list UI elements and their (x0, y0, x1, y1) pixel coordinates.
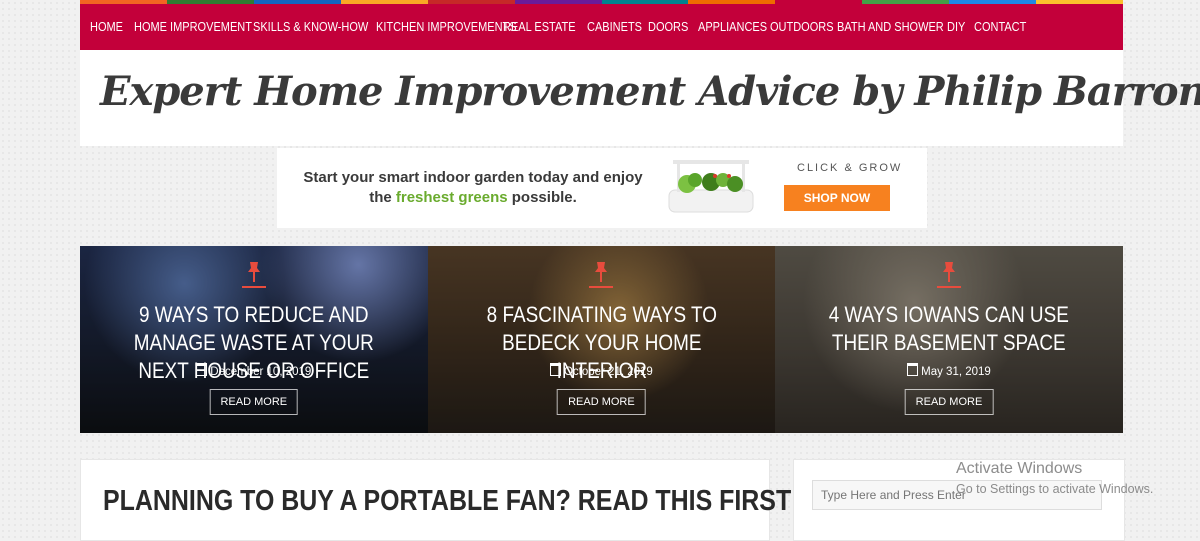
calendar-icon (907, 363, 919, 376)
nav-item-home[interactable]: HOME (90, 20, 130, 34)
shop-now-button[interactable]: SHOP NOW (784, 185, 890, 211)
nav-item-skills[interactable]: SKILLS & KNOW-HOW (253, 20, 368, 34)
slide-date: May 31, 2019 (775, 363, 1123, 378)
activate-windows-title: Activate Windows (956, 460, 1083, 477)
nav-item-bath[interactable]: BATH AND SHOWER (837, 20, 944, 34)
main-post: PLANNING TO BUY A PORTABLE FAN? READ THI… (80, 459, 799, 541)
calendar-icon (549, 363, 561, 376)
main-nav: HOME HOME IMPROVEMENT SKILLS & KNOW-HOW … (80, 0, 1124, 50)
nav-color-stripes (80, 0, 1124, 4)
nav-item-real-estate[interactable]: REAL ESTATE (503, 20, 579, 34)
nav-item-cabinets[interactable]: CABINETS (587, 20, 642, 34)
read-more-button[interactable]: READ MORE (557, 389, 646, 415)
read-more-button[interactable]: READ MORE (209, 389, 299, 415)
slide-date: December 10, 2019 (80, 363, 428, 378)
pin-icon (595, 262, 608, 282)
featured-slider: 9 WAYS TO REDUCE AND MANAGE WASTE AT YOU… (80, 246, 1123, 433)
slide-title[interactable]: 4 WAYS IOWANS CAN USE THEIR BASEMENT SPA… (800, 301, 1099, 357)
nav-item-kitchen[interactable]: KITCHEN IMPROVEMENTS (376, 20, 517, 34)
site-title[interactable]: Expert Home Improvement Advice by Philip… (100, 68, 1200, 115)
activate-windows-subtitle: Go to Settings to activate Windows. (956, 482, 1154, 496)
pin-icon (942, 262, 955, 282)
banner-line-2: the freshest greens possible. (369, 189, 577, 206)
site-header: Expert Home Improvement Advice by Philip… (80, 50, 1200, 146)
smart-garden-image (668, 160, 754, 213)
nav-item-appliances[interactable]: APPLIANCES (698, 20, 767, 34)
brand-logo: CLICK & GROW (797, 162, 903, 174)
slide-date: October 21, 2019 (428, 363, 776, 378)
banner-text: Start your smart indoor garden today and… (303, 168, 643, 208)
nav-item-diy[interactable]: DIY (947, 20, 973, 34)
banner-highlight: freshest greens (395, 189, 508, 206)
nav-item-contact[interactable]: CONTACT (974, 20, 1027, 34)
featured-post-1[interactable]: 9 WAYS TO REDUCE AND MANAGE WASTE AT YOU… (80, 246, 428, 433)
nav-item-home-improvement[interactable]: HOME IMPROVEMENT (134, 20, 252, 34)
calendar-icon (196, 363, 208, 376)
post-title[interactable]: PLANNING TO BUY A PORTABLE FAN? READ THI… (103, 485, 799, 518)
pin-icon (247, 262, 260, 282)
banner-line-1: Start your smart indoor garden today and… (303, 169, 643, 186)
read-more-button[interactable]: READ MORE (904, 389, 994, 415)
nav-item-doors[interactable]: DOORS (648, 20, 694, 34)
featured-post-2[interactable]: 8 FASCINATING WAYS TO BEDECK YOUR HOME I… (427, 246, 776, 433)
nav-item-outdoors[interactable]: OUTDOORS (770, 20, 834, 34)
ad-banner[interactable]: Start your smart indoor garden today and… (277, 148, 927, 228)
featured-post-3[interactable]: 4 WAYS IOWANS CAN USE THEIR BASEMENT SPA… (775, 246, 1123, 433)
